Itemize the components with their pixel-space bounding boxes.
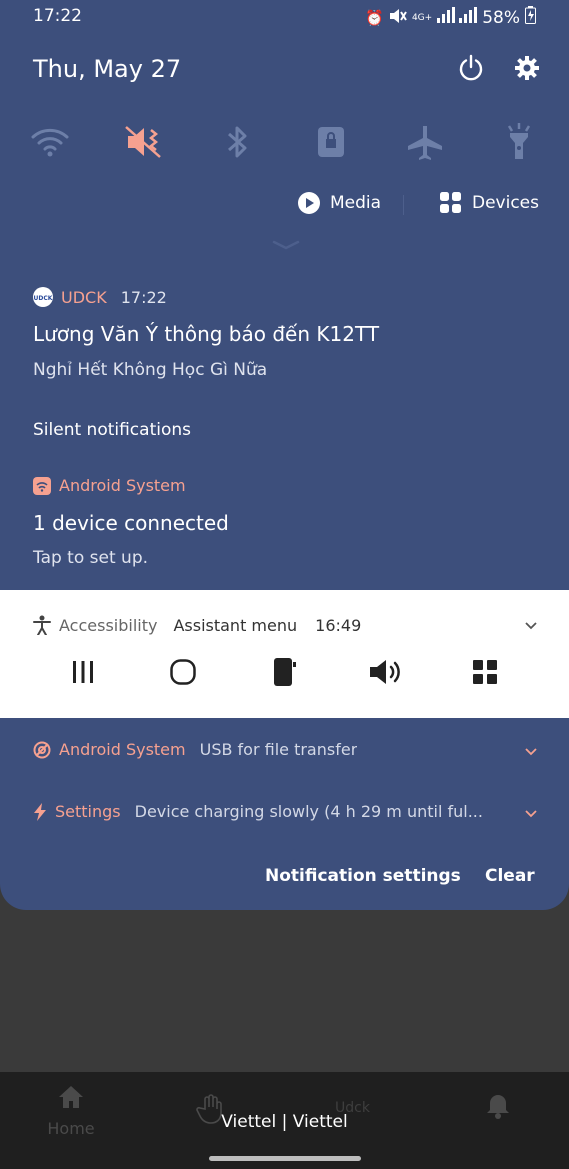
devices-grid-icon — [440, 192, 461, 213]
sound-toggle[interactable] — [122, 120, 166, 164]
notification-body: Nghỉ Hết Không Học Gì Nữa — [33, 360, 268, 380]
wifi-icon — [31, 128, 69, 157]
notification-title: Lương Văn Ý thông báo đến K12TT — [33, 322, 380, 346]
status-bar: 17:22 ⏰ 4G+ 58% — [33, 6, 536, 30]
expand-button[interactable] — [521, 804, 541, 824]
expand-button[interactable] — [521, 616, 541, 636]
notification-header: UDCK UDCK 17:22 — [33, 287, 167, 307]
battery-charging-icon — [525, 6, 536, 29]
devices-label: Devices — [472, 193, 539, 213]
network-type: 4G+ — [411, 12, 433, 23]
clear-button[interactable]: Clear — [485, 866, 535, 886]
notification-description: USB for file transfer — [199, 740, 358, 759]
home-button[interactable] — [163, 655, 203, 689]
home-icon — [170, 659, 196, 685]
recents-icon — [73, 661, 93, 683]
power-button[interactable] — [455, 52, 487, 84]
usb-settings-icon — [33, 741, 51, 758]
notification-time: 16:49 — [315, 615, 362, 635]
wifi-toggle[interactable] — [28, 120, 72, 164]
media-label: Media — [330, 193, 382, 213]
notification-title: Assistant menu — [173, 615, 298, 635]
screen-lock-icon — [318, 127, 344, 157]
notification-header: Android System — [33, 476, 186, 495]
power-icon — [459, 54, 483, 81]
flashlight-toggle[interactable] — [497, 120, 541, 164]
screen-icon — [274, 658, 296, 686]
svg-text:UDCK: UDCK — [34, 295, 53, 302]
bluetooth-icon — [228, 126, 247, 158]
settings-button[interactable] — [511, 52, 543, 84]
gesture-bar[interactable] — [209, 1156, 361, 1161]
usb-notification[interactable]: Android System USB for file transfer — [33, 740, 509, 759]
notification-description: Device charging slowly (4 h 29 m until f… — [134, 802, 483, 821]
notification-app-name: Android System — [59, 476, 186, 495]
airplane-icon — [408, 126, 442, 160]
recents-button[interactable] — [63, 655, 103, 689]
notification-app-name: Accessibility — [59, 615, 158, 635]
expand-handle-icon[interactable] — [272, 240, 300, 250]
volume-button[interactable] — [365, 655, 405, 689]
alarm-icon: ⏰ — [365, 8, 384, 27]
lightning-icon — [34, 802, 46, 821]
wifi-display-icon — [33, 476, 51, 495]
udck-app-icon: UDCK — [33, 287, 53, 307]
notification-title: 1 device connected — [33, 511, 229, 535]
grid-icon — [473, 660, 497, 684]
devices-button[interactable]: Devices — [440, 192, 539, 214]
notification-app-name: UDCK — [61, 287, 107, 307]
screen-lock-toggle[interactable] — [309, 120, 353, 164]
chevron-down-icon — [525, 810, 537, 818]
expand-button[interactable] — [521, 742, 541, 762]
notification-header: Accessibility Assistant menu 16:49 — [33, 615, 361, 635]
charging-notification[interactable]: Settings Device charging slowly (4 h 29 … — [33, 802, 509, 821]
chevron-down-icon — [525, 622, 537, 630]
gear-icon — [515, 56, 539, 80]
divider — [403, 195, 404, 215]
battery-percent: 58% — [482, 7, 520, 28]
signal-icon — [437, 7, 478, 28]
notification-app-name: Android System — [59, 740, 186, 759]
accessibility-icon — [33, 615, 51, 635]
mute-icon — [125, 126, 161, 158]
notification-body: Tap to set up. — [33, 548, 149, 568]
mute-status-icon — [389, 8, 407, 28]
media-button[interactable]: Media — [298, 192, 381, 214]
silent-notifications-header: Silent notifications — [33, 420, 191, 440]
quick-settings — [0, 120, 569, 164]
flashlight-icon — [507, 123, 531, 159]
airplane-toggle[interactable] — [403, 120, 447, 164]
home-nav-icon — [59, 1086, 83, 1108]
notification-app-name: Settings — [55, 802, 121, 821]
accessibility-notification[interactable]: Accessibility Assistant menu 16:49 — [0, 590, 569, 718]
screen-button[interactable] — [265, 655, 305, 689]
status-time: 17:22 — [33, 6, 82, 26]
notification-time: 17:22 — [120, 287, 167, 307]
carrier-label: Viettel | Viettel — [221, 1112, 348, 1132]
bluetooth-toggle[interactable] — [215, 120, 259, 164]
date-label: Thu, May 27 — [33, 55, 182, 83]
all-menu-button[interactable] — [465, 655, 505, 689]
notification-settings-button[interactable]: Notification settings — [265, 866, 461, 886]
volume-icon — [370, 660, 400, 684]
chevron-down-icon — [525, 748, 537, 756]
play-icon — [298, 192, 320, 214]
